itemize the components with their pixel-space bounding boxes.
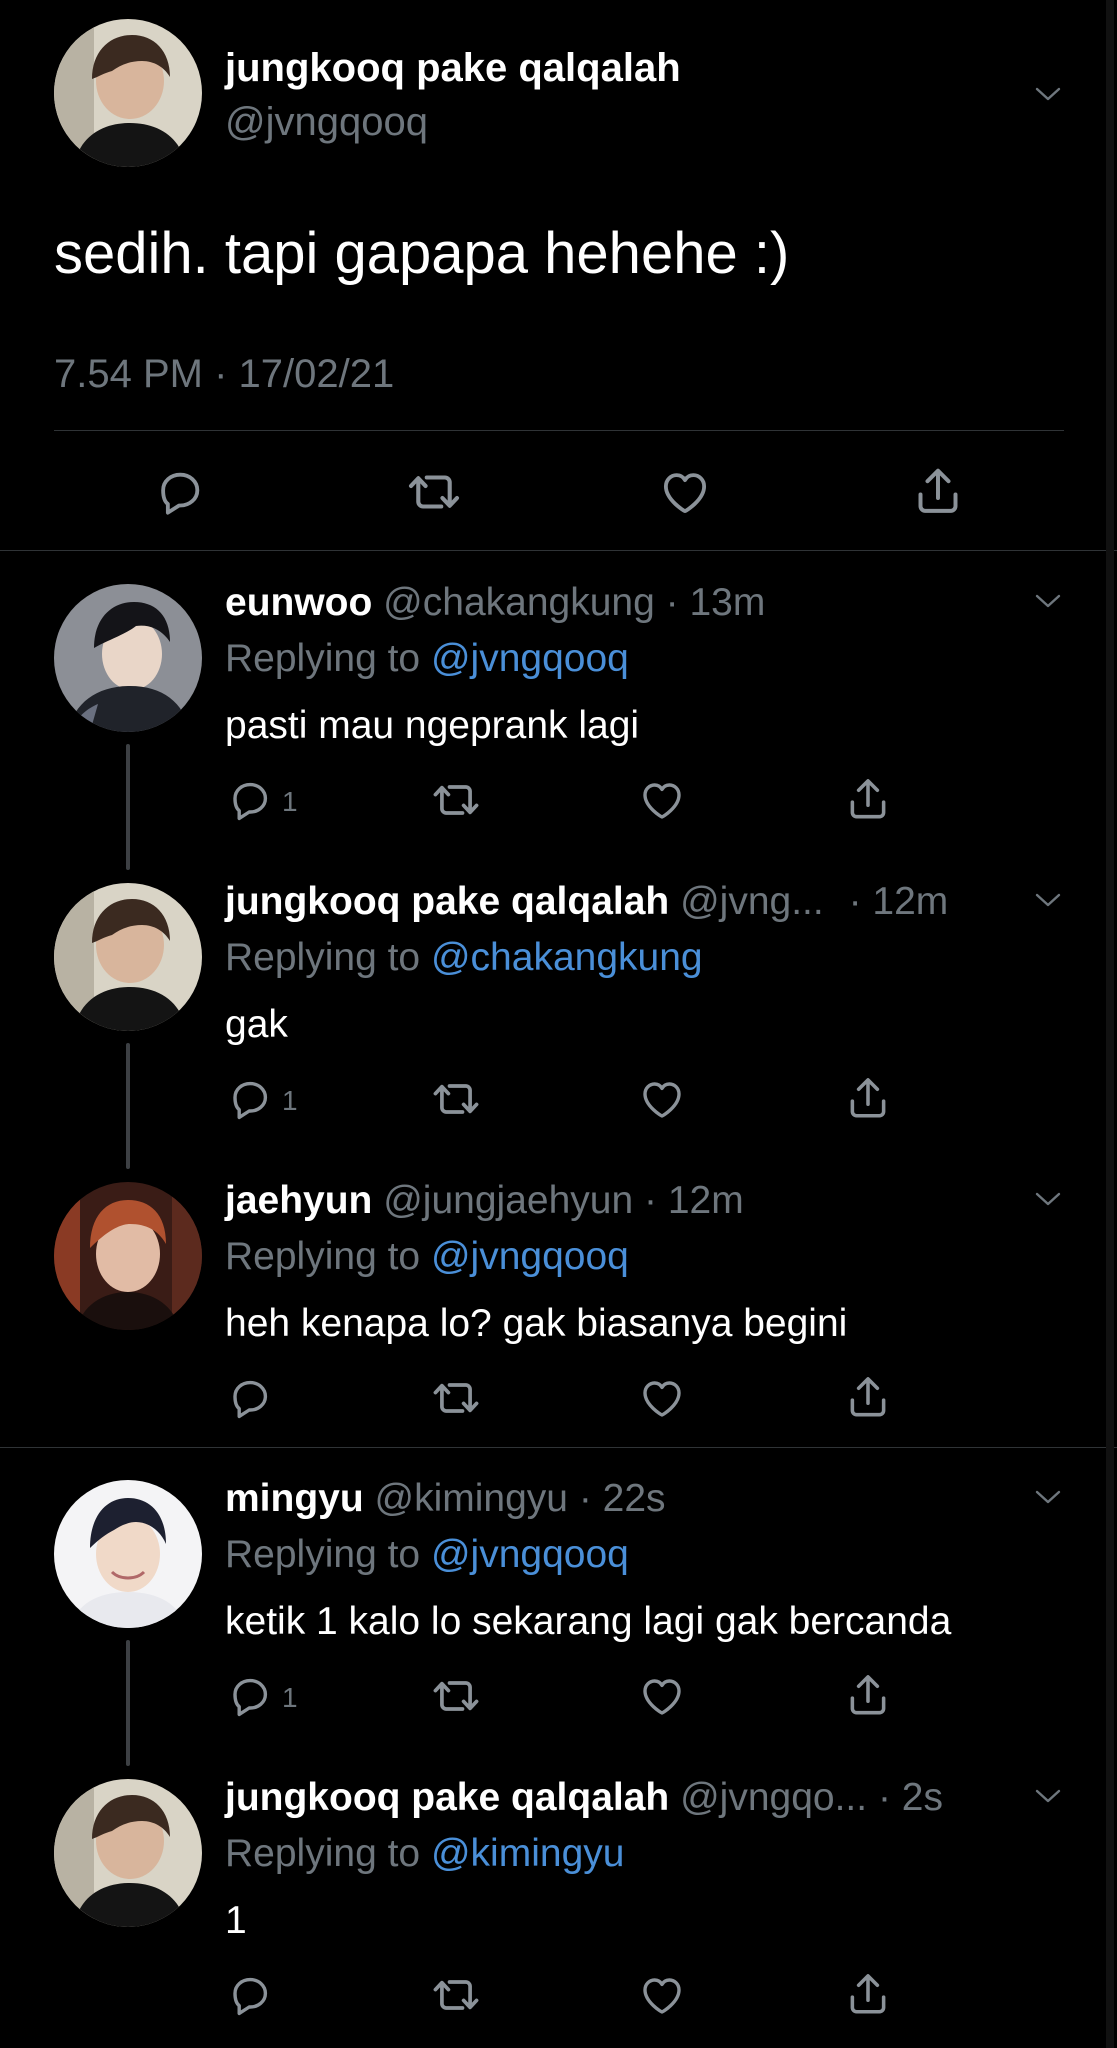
reply-header: jungkooq pake qalqalah @jvngqo... · 2s (225, 1775, 943, 1821)
reply-header: jaehyun @jungjaehyun · 12m (225, 1178, 744, 1224)
retweet-icon[interactable] (430, 1969, 482, 2021)
author-name[interactable]: mingyu (225, 1477, 364, 1520)
retweet-icon[interactable] (430, 1372, 482, 1424)
replying-to-label: Replying to (225, 1832, 421, 1875)
chevron-down-icon[interactable] (1034, 592, 1062, 610)
mention-link[interactable]: @kimingyu (431, 1832, 624, 1875)
reply-icon[interactable] (226, 1672, 274, 1720)
replying-to-label: Replying to (225, 1533, 421, 1576)
share-icon[interactable] (843, 1670, 893, 1720)
author-handle[interactable]: @jvngqo... (680, 1776, 867, 1819)
reply-time: · 12m (848, 880, 949, 923)
share-icon[interactable] (843, 1969, 893, 2019)
mention-link[interactable]: @jvngqooq (431, 1533, 629, 1576)
share-icon[interactable] (843, 774, 893, 824)
reply-text: ketik 1 kalo lo sekarang lagi gak bercan… (225, 1600, 952, 1643)
avatar[interactable] (54, 584, 202, 732)
author-handle[interactable]: @chakangkung (383, 581, 655, 624)
avatar[interactable] (54, 1182, 202, 1330)
mention-link[interactable]: @jvngqooq (431, 637, 629, 680)
replying-to-label: Replying to (225, 936, 421, 979)
author-name[interactable]: jungkooq pake qalqalah (225, 1776, 669, 1819)
like-icon[interactable] (658, 465, 712, 519)
mention-link[interactable]: @jvngqooq (431, 1235, 629, 1278)
avatar[interactable] (54, 1480, 202, 1628)
avatar[interactable] (54, 1779, 202, 1927)
like-icon[interactable] (638, 776, 686, 824)
tweet-timestamp: 7.54 PM · 17/02/21 (54, 352, 395, 396)
avatar[interactable] (54, 19, 202, 167)
retweet-icon[interactable] (430, 1073, 482, 1125)
reply-text: heh kenapa lo? gak biasanya begini (225, 1302, 848, 1345)
reply-count: 1 (282, 786, 298, 817)
chevron-down-icon[interactable] (1034, 85, 1062, 103)
reply-icon[interactable] (226, 1971, 274, 2019)
share-icon[interactable] (843, 1372, 893, 1422)
like-icon[interactable] (638, 1672, 686, 1720)
reply-time: · 2s (877, 1776, 943, 1819)
author-name[interactable]: jaehyun (225, 1179, 372, 1222)
avatar[interactable] (54, 883, 202, 1031)
reply-count: 1 (282, 1682, 298, 1713)
replying-to: Replying to @jvngqooq (225, 636, 629, 682)
reply-count: 1 (282, 1085, 298, 1116)
author-handle[interactable]: @kimingyu (375, 1477, 568, 1520)
reply-time: · 12m (644, 1179, 744, 1222)
reply-icon[interactable] (153, 465, 207, 519)
replying-to: Replying to @chakangkung (225, 935, 703, 981)
scrollbar[interactable] (1106, 0, 1114, 2048)
author-handle[interactable]: @jungjaehyun (383, 1179, 633, 1222)
tweet-text: sedih. tapi gapapa hehehe :) (54, 221, 790, 286)
chevron-down-icon[interactable] (1034, 891, 1062, 909)
chevron-down-icon[interactable] (1034, 1488, 1062, 1506)
divider (0, 550, 1117, 551)
chevron-down-icon[interactable] (1034, 1787, 1062, 1805)
replying-to-label: Replying to (225, 1235, 421, 1278)
reply-icon[interactable] (226, 776, 274, 824)
reply-text: gak (225, 1003, 288, 1046)
reply-icon[interactable] (226, 1075, 274, 1123)
mention-link[interactable]: @chakangkung (431, 936, 703, 979)
retweet-icon[interactable] (430, 1670, 482, 1722)
retweet-icon[interactable] (430, 774, 482, 826)
like-icon[interactable] (638, 1075, 686, 1123)
author-handle[interactable]: @jvng... (680, 880, 824, 923)
share-icon[interactable] (843, 1073, 893, 1123)
author-name[interactable]: jungkooq pake qalqalah (225, 880, 669, 923)
thread-line (126, 1043, 130, 1169)
author-name[interactable]: jungkooq pake qalqalah (225, 44, 681, 92)
share-icon[interactable] (910, 463, 966, 519)
reply-header: eunwoo @chakangkung · 13m (225, 580, 765, 626)
replying-to: Replying to @jvngqooq (225, 1234, 629, 1280)
reply-time: · 22s (578, 1477, 666, 1520)
divider (0, 1447, 1117, 1448)
author-handle[interactable]: @jvngqooq (225, 98, 428, 146)
chevron-down-icon[interactable] (1034, 1190, 1062, 1208)
reply-text: 1 (225, 1899, 247, 1942)
retweet-icon[interactable] (405, 463, 463, 521)
replying-to: Replying to @jvngqooq (225, 1532, 629, 1578)
like-icon[interactable] (638, 1971, 686, 2019)
reply-time: · 13m (665, 581, 766, 624)
thread-line (126, 744, 130, 870)
reply-icon[interactable] (226, 1374, 274, 1422)
reply-text: pasti mau ngeprank lagi (225, 704, 640, 747)
replying-to: Replying to @kimingyu (225, 1831, 624, 1877)
thread-line (126, 1640, 130, 1766)
author-name[interactable]: eunwoo (225, 581, 372, 624)
replying-to-label: Replying to (225, 637, 421, 680)
like-icon[interactable] (638, 1374, 686, 1422)
reply-header: jungkooq pake qalqalah @jvng... · 12m (225, 879, 948, 925)
reply-header: mingyu @kimingyu · 22s (225, 1476, 666, 1522)
divider (54, 430, 1064, 431)
